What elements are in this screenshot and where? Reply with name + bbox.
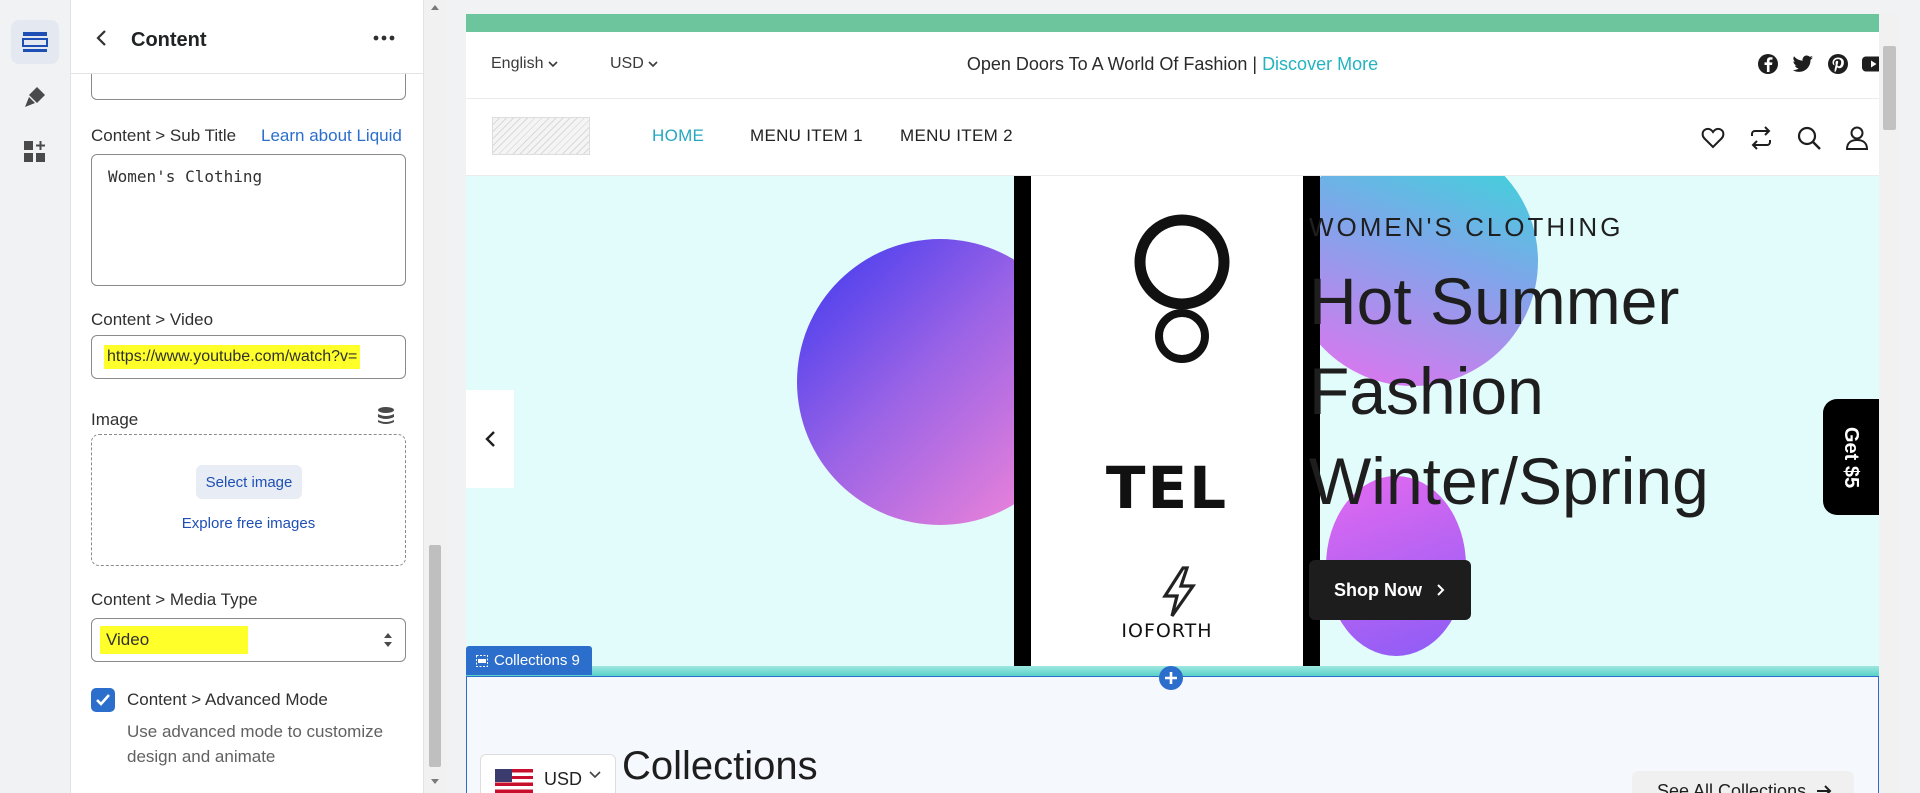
poster-text: TEL: [1105, 454, 1229, 522]
store-logo[interactable]: [492, 117, 590, 155]
announcement-text: Open Doors To A World Of Fashion | Disco…: [466, 54, 1879, 75]
top-color-strip: [466, 14, 1879, 32]
search-icon[interactable]: [1796, 125, 1822, 151]
account-icon[interactable]: [1844, 125, 1870, 151]
section-grid-icon: [476, 654, 488, 667]
see-all-collections-button[interactable]: See All Collections: [1632, 771, 1854, 793]
hero-subtitle: WOMEN'S CLOTHING: [1309, 212, 1624, 242]
us-flag-icon: [495, 769, 533, 793]
twitter-icon[interactable]: [1791, 52, 1815, 76]
nav-menu-item-2[interactable]: MENU ITEM 2: [900, 126, 1013, 146]
get-5-label: Get $5: [1840, 426, 1863, 488]
advanced-mode-help: Use advanced mode to customize design an…: [127, 722, 384, 766]
image-label: Image: [91, 410, 139, 429]
add-section-button[interactable]: [1159, 666, 1183, 690]
plus-icon: [1165, 672, 1177, 684]
editor-icon-rail: [0, 0, 71, 793]
facebook-icon[interactable]: [1756, 52, 1780, 76]
video-label: Content > Video: [91, 310, 214, 329]
sections-icon[interactable]: [11, 20, 59, 64]
sub-title-textarea[interactable]: Women's Clothing: [91, 154, 406, 286]
media-type-select[interactable]: Video: [91, 618, 406, 662]
compare-arrows-icon[interactable]: [1748, 125, 1774, 151]
ellipsis-icon: [373, 35, 395, 41]
chevron-down-icon: [589, 771, 601, 779]
learn-liquid-link[interactable]: Learn about Liquid: [261, 126, 402, 146]
panel-scrollbar[interactable]: [424, 0, 446, 793]
explore-free-images-link[interactable]: Explore free images: [92, 515, 405, 532]
checkmark-icon: [96, 694, 110, 706]
sub-title-label: Content > Sub Title: [91, 126, 237, 145]
hero-poster-image: TEL IOFORTH: [1014, 176, 1320, 676]
advanced-mode-checkbox[interactable]: [91, 688, 115, 712]
database-icon[interactable]: [376, 406, 398, 428]
currency-switcher-value: USD: [544, 769, 583, 789]
panel-title: Content: [131, 29, 207, 51]
discover-more-link[interactable]: Discover More: [1262, 54, 1378, 74]
section-label-text: Collections 9: [494, 652, 580, 669]
poster-circles-graphic: [1134, 214, 1230, 363]
store-preview-area: English USD Open Doors To A World Of Fas…: [446, 0, 1920, 793]
chevron-left-icon: [96, 30, 106, 46]
youtube-icon[interactable]: [1861, 52, 1879, 76]
preview-scroll-thumb[interactable]: [1883, 46, 1896, 130]
slideshow-prev-button[interactable]: [466, 390, 514, 488]
sub-title-value: Women's Clothing: [108, 167, 263, 186]
more-options-button[interactable]: [367, 24, 401, 52]
section-label-tag[interactable]: Collections 9: [466, 646, 592, 675]
wishlist-heart-icon[interactable]: [1700, 125, 1726, 151]
poster-brand-text: IOFORTH: [1121, 620, 1213, 642]
hero-title: Hot Summer Fashion Winter/Spring: [1309, 264, 1709, 518]
video-url-value: https://www.youtube.com/watch?v=: [104, 345, 361, 369]
announcement-bar: English USD Open Doors To A World Of Fas…: [466, 32, 1879, 99]
hero-slideshow: TEL IOFORTH WOMEN'S CLOTHING Hot Summer …: [466, 176, 1879, 676]
currency-switcher[interactable]: USD: [480, 754, 616, 793]
select-image-button[interactable]: Select image: [196, 465, 302, 499]
see-all-label: See All Collections: [1657, 780, 1807, 793]
video-url-input[interactable]: https://www.youtube.com/watch?v=: [91, 335, 406, 379]
store-preview-frame: English USD Open Doors To A World Of Fas…: [466, 14, 1879, 793]
preview-scrollbar[interactable]: [1879, 14, 1900, 793]
advanced-mode-label: Content > Advanced Mode: [127, 690, 328, 709]
arrow-right-icon: [1817, 785, 1832, 793]
media-type-value: Video: [100, 626, 248, 654]
select-arrows-icon: [384, 633, 392, 647]
chevron-right-icon: [1437, 584, 1445, 596]
pinterest-icon[interactable]: [1826, 52, 1850, 76]
nav-menu-item-1[interactable]: MENU ITEM 1: [750, 126, 863, 146]
nav-home[interactable]: HOME: [652, 126, 704, 146]
image-dropzone[interactable]: Select image Explore free images: [91, 434, 406, 566]
lightning-bolt-icon: [1162, 566, 1197, 617]
collections-heading: Collections: [622, 744, 818, 788]
media-type-label: Content > Media Type: [91, 590, 258, 609]
announcement-message: Open Doors To A World Of Fashion |: [966, 54, 1258, 74]
scroll-up-arrow-icon[interactable]: [429, 2, 441, 14]
shop-now-label: Shop Now: [1334, 579, 1422, 600]
scroll-down-arrow-icon[interactable]: [429, 775, 441, 787]
panel-header: Content: [71, 0, 423, 74]
store-header: HOME MENU ITEM 1 MENU ITEM 2: [466, 99, 1879, 176]
chevron-left-icon: [485, 431, 495, 447]
shop-now-button[interactable]: Shop Now: [1309, 560, 1471, 620]
panel-scroll-thumb[interactable]: [429, 545, 441, 767]
apps-icon[interactable]: [11, 130, 59, 174]
settings-panel: Content Content > Sub Title Learn about …: [71, 0, 424, 793]
back-button[interactable]: [87, 24, 115, 52]
theme-settings-brush-icon[interactable]: [11, 75, 59, 119]
get-5-dollars-tab[interactable]: Get $5: [1823, 399, 1879, 515]
